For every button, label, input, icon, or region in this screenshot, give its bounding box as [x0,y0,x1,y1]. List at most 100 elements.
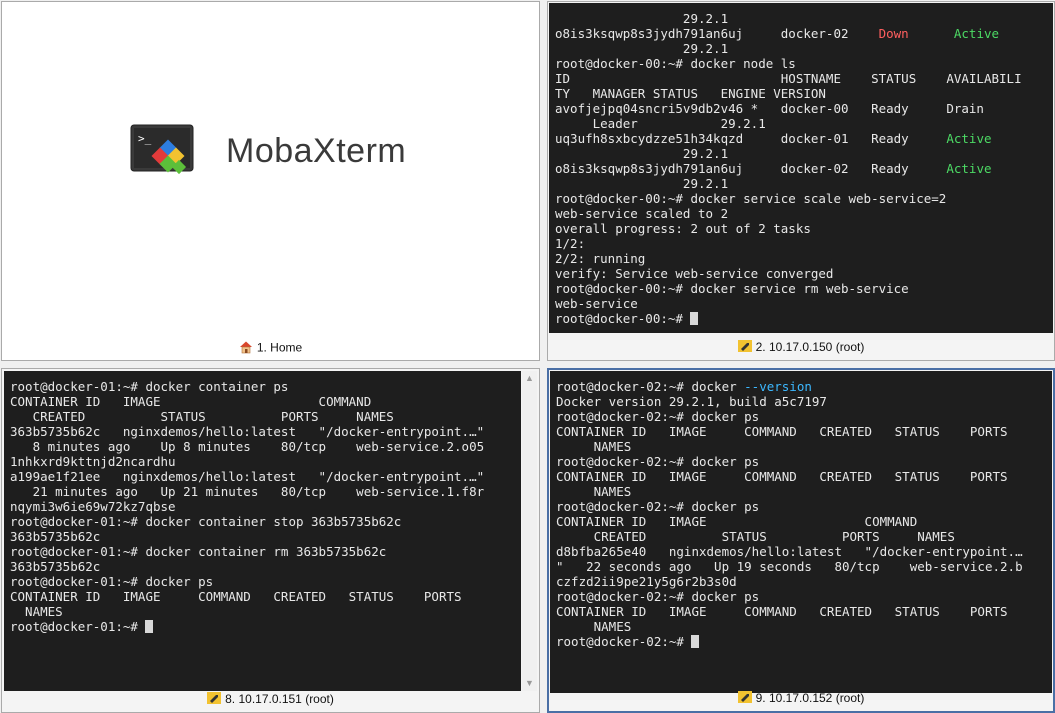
terminal-text: Active [946,131,992,146]
terminal-text: TY MANAGER STATUS ENGINE VERSION [555,86,826,101]
terminal-line: 1/2: [555,236,1053,251]
terminal-152[interactable]: root@docker-02:~# docker --version Docker… [550,371,1052,693]
terminal-text: ID HOSTNAME STATUS AVAILABILI [555,71,1022,86]
terminal-line: root@docker-01:~# docker ps [10,574,521,589]
terminal-line: 1nhkxrd9kttnjd2ncardhu [10,454,521,469]
terminal-text: NAMES [556,439,632,454]
terminal-line: czfzd2ii9pe21y5g6r2b3s0d [556,574,1052,589]
app-name: MobaXterm [226,132,407,170]
terminal-text: root@docker-01:~# docker ps [10,574,214,589]
terminal-line: root@docker-02:~# docker ps [556,589,1052,604]
terminal-cursor [690,312,699,325]
terminal-line: ID HOSTNAME STATUS AVAILABILI [555,71,1053,86]
terminal-text: Docker version 29.2.1, build a5c7197 [556,394,827,409]
terminal-text: o8is3ksqwp8s3jydh791an6uj docker-02 [555,26,879,41]
terminal-line: root@docker-00:~# docker service rm web-… [555,281,1053,296]
terminal-line: CREATED STATUS PORTS NAMES [10,409,521,424]
terminal-line: nqymi3w6ie69w72kz7qbse [10,499,521,514]
terminal-line: 21 minutes ago Up 21 minutes 80/tcp web-… [10,484,521,499]
terminal-line: 29.2.1 [555,176,1053,191]
terminal-text: web-service [555,296,638,311]
terminal-line: o8is3ksqwp8s3jydh791an6uj docker-02 Down… [555,26,1053,41]
terminal-line: CONTAINER ID IMAGE COMMAND [10,394,521,409]
terminal-line: CONTAINER ID IMAGE COMMAND CREATED STATU… [556,469,1052,484]
terminal-line: avofjejpq04sncri5v9db2v46 * docker-00 Re… [555,101,1053,116]
terminal-line: root@docker-00:~# docker service scale w… [555,191,1053,206]
terminal-line: NAMES [10,604,521,619]
tab-home-label: 1. Home [256,340,303,355]
scroll-up-icon[interactable]: ▲ [522,371,537,386]
wrench-icon [737,691,752,706]
tab-home[interactable]: 1. Home [2,340,539,356]
terminal-text: CONTAINER ID IMAGE COMMAND CREATED STATU… [556,424,1008,439]
terminal-151[interactable]: root@docker-01:~# docker container ps CON… [4,371,521,691]
home-pane[interactable]: >_ MobaXterm 1. Home [1,1,540,361]
terminal-text: root@docker-00:~# docker node ls [555,56,796,71]
terminal-150[interactable]: 29.2.1 o8is3ksqwp8s3jydh791an6uj docker-0… [549,3,1053,333]
terminal-text: NAMES [556,619,632,634]
terminal-text: CONTAINER ID IMAGE COMMAND CREATED STATU… [10,589,462,604]
terminal-text: root@docker-00:~# [555,311,691,326]
terminal-text: web-service scaled to 2 [555,206,729,221]
terminal-text: root@docker-02:~# docker ps [556,454,760,469]
terminal-text: --version [744,379,812,394]
terminal-line: root@docker-00:~# [555,311,1053,326]
terminal-line: root@docker-02:~# docker --version [556,379,1052,394]
mobaxterm-icon: >_ [130,124,194,175]
terminal-text: a199ae1f21ee nginxdemos/hello:latest "/d… [10,469,485,484]
tab-session-150-label: 2. 10.17.0.150 (root) [755,340,865,354]
terminal-text: CONTAINER ID IMAGE COMMAND CREATED STATU… [556,469,1008,484]
terminal-text: CONTAINER ID IMAGE COMMAND [10,394,372,409]
terminal-text: root@docker-02:~# docker ps [556,589,760,604]
terminal-line: root@docker-02:~# docker ps [556,499,1052,514]
terminal-line: root@docker-02:~# [556,634,1052,649]
terminal-line: web-service [555,296,1053,311]
terminal-line: 363b5735b62c nginxdemos/hello:latest "/d… [10,424,521,439]
terminal-line: o8is3ksqwp8s3jydh791an6uj docker-02 Read… [555,161,1053,176]
terminal-text: 2/2: running [555,251,646,266]
terminal-line: root@docker-01:~# docker container stop … [10,514,521,529]
terminal-line: root@docker-02:~# docker ps [556,409,1052,424]
terminal-line: uq3ufh8sxbcydzze51h34kqzd docker-01 Read… [555,131,1053,146]
svg-text:>_: >_ [138,132,152,145]
terminal-text: root@docker-01:~# docker container stop … [10,514,402,529]
terminal-line: CREATED STATUS PORTS NAMES [556,529,1052,544]
terminal-text: verify: Service web-service converged [555,266,834,281]
terminal-text: 363b5735b62c [10,559,101,574]
tab-session-150[interactable]: 2. 10.17.0.150 (root) [548,340,1054,356]
terminal-line: root@docker-01:~# [10,619,521,634]
terminal-line: root@docker-01:~# docker container rm 36… [10,544,521,559]
terminal-line: 29.2.1 [555,41,1053,56]
vertical-scrollbar[interactable]: ▲ ▼ [522,371,537,691]
terminal-line: root@docker-02:~# docker ps [556,454,1052,469]
terminal-text: root@docker-00:~# docker service scale w… [555,191,947,206]
terminal-line: root@docker-01:~# docker container ps [10,379,521,394]
scroll-down-icon[interactable]: ▼ [522,676,537,691]
tab-session-151[interactable]: 8. 10.17.0.151 (root) [2,692,539,708]
wrench-icon [207,692,222,707]
session-pane-150[interactable]: 29.2.1 o8is3ksqwp8s3jydh791an6uj docker-0… [547,1,1055,361]
terminal-text: czfzd2ii9pe21y5g6r2b3s0d [556,574,737,589]
terminal-text: NAMES [10,604,63,619]
tab-session-152[interactable]: 9. 10.17.0.152 (root) [549,691,1053,707]
terminal-line: CONTAINER ID IMAGE COMMAND [556,514,1052,529]
terminal-text: CREATED STATUS PORTS NAMES [556,529,955,544]
terminal-text: root@docker-02:~# docker [556,379,745,394]
terminal-text: o8is3ksqwp8s3jydh791an6uj docker-02 Read… [555,161,947,176]
terminal-text: d8bfba265e40 nginxdemos/hello:latest "/d… [556,544,1023,559]
session-pane-152[interactable]: root@docker-02:~# docker --version Docker… [547,368,1055,713]
terminal-text: 363b5735b62c nginxdemos/hello:latest "/d… [10,424,485,439]
terminal-text: " 22 seconds ago Up 19 seconds 80/tcp we… [556,559,1023,574]
terminal-text: NAMES [556,484,632,499]
terminal-text: CONTAINER ID IMAGE COMMAND CREATED STATU… [556,604,1008,619]
terminal-line: " 22 seconds ago Up 19 seconds 80/tcp we… [556,559,1052,574]
session-pane-151[interactable]: root@docker-01:~# docker container ps CON… [1,368,540,713]
terminal-text: 29.2.1 [555,11,729,26]
terminal-text: CREATED STATUS PORTS NAMES [10,409,394,424]
terminal-line: 363b5735b62c [10,559,521,574]
terminal-text: root@docker-02:~# docker ps [556,409,760,424]
terminal-line: web-service scaled to 2 [555,206,1053,221]
terminal-text: 1/2: [555,236,586,251]
terminal-text: CONTAINER ID IMAGE COMMAND [556,514,918,529]
terminal-text: root@docker-01:~# docker container rm 36… [10,544,387,559]
